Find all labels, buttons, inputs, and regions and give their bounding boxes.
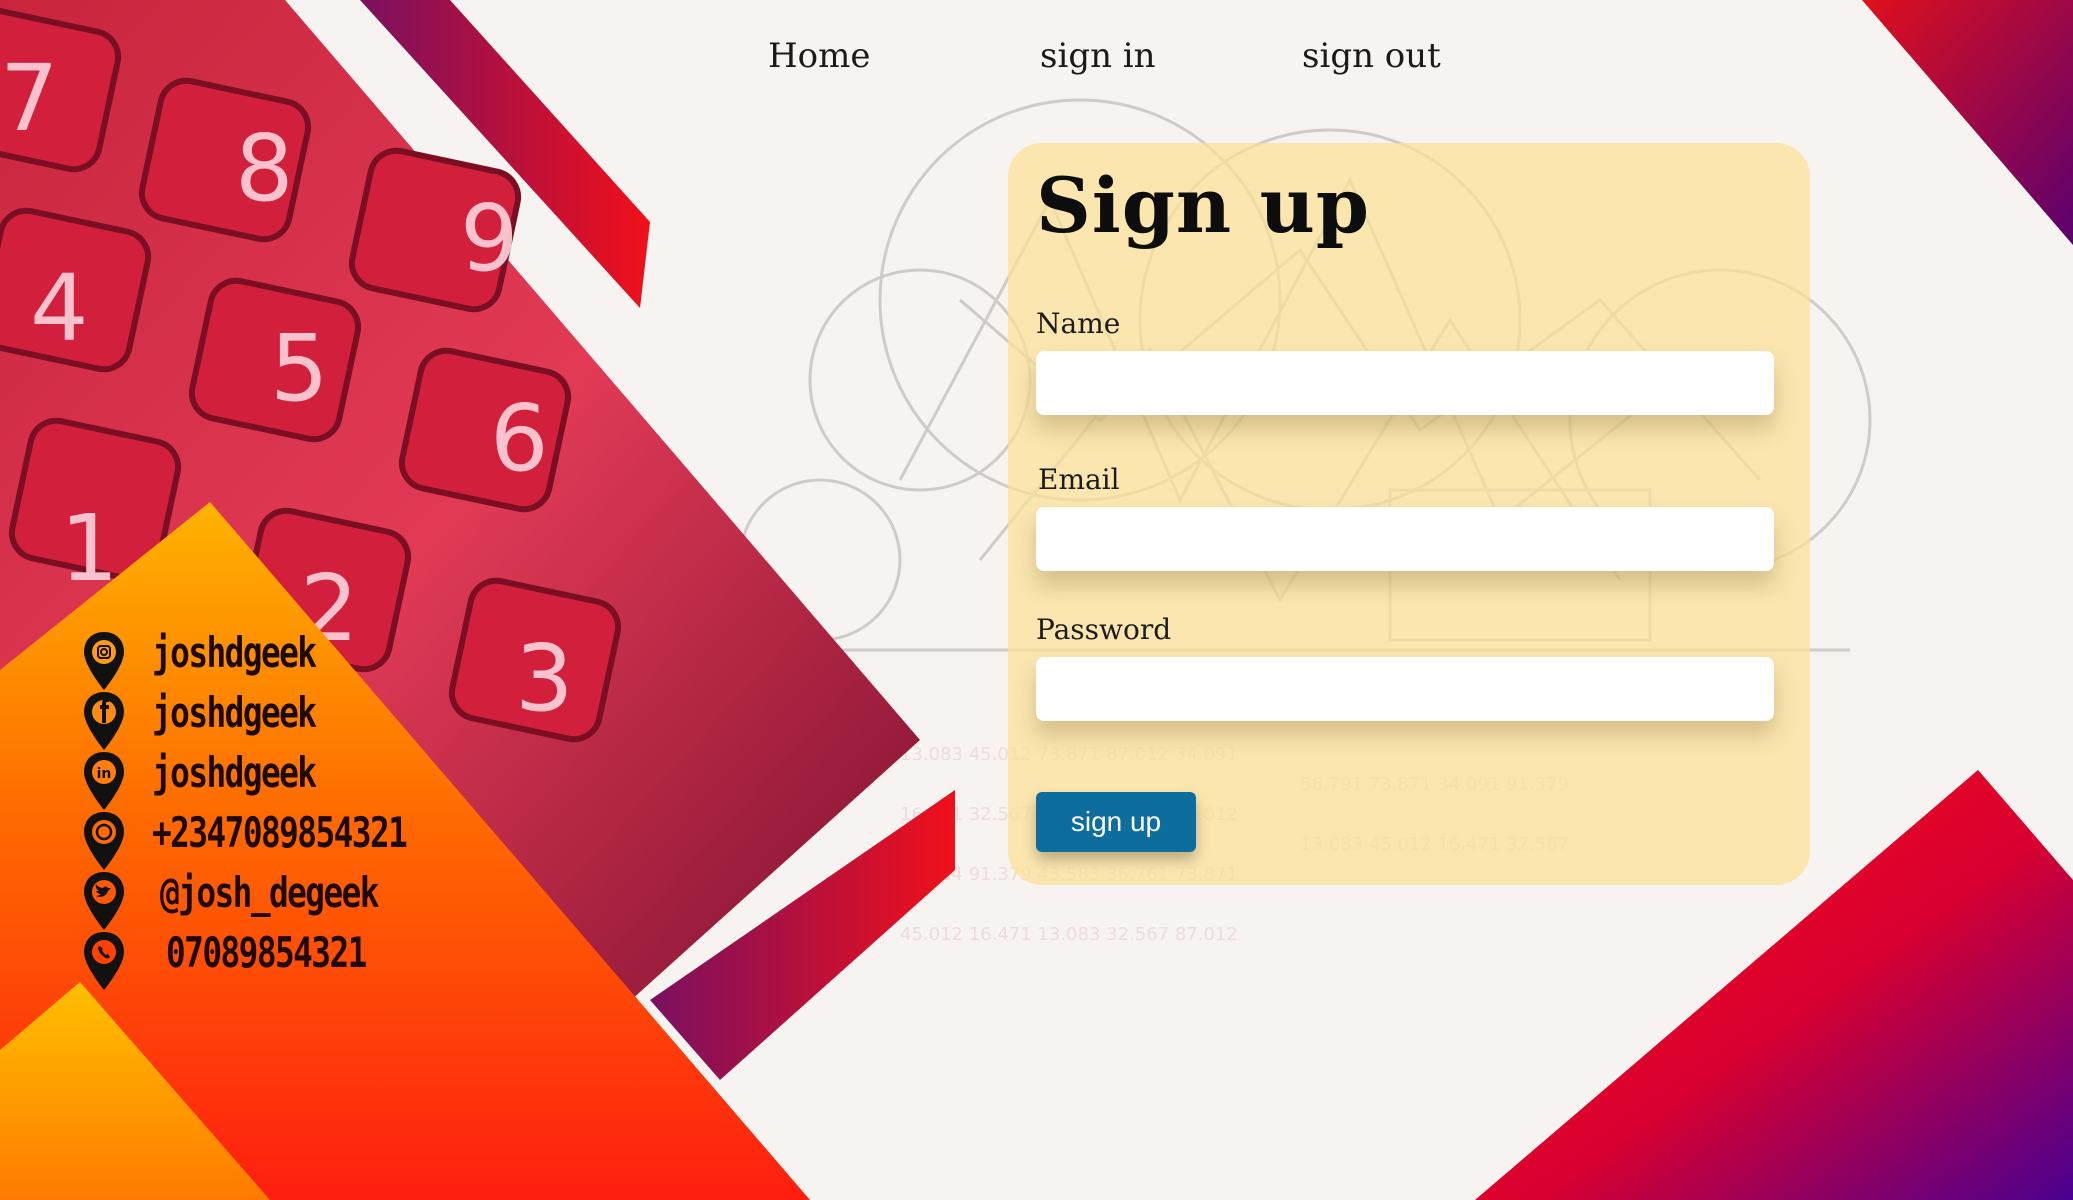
facebook-handle: joshdgeek	[152, 688, 317, 737]
email-input[interactable]	[1036, 507, 1774, 571]
twitter-icon	[84, 872, 124, 930]
email-label: Email	[1038, 463, 1120, 496]
phone-number: 07089854321	[166, 928, 367, 977]
signup-form-card: Sign up Name Email Password sign up	[1008, 143, 1810, 885]
svg-text:5: 5	[270, 315, 329, 422]
instagram-icon	[84, 632, 124, 690]
form-title: Sign up	[1036, 161, 1371, 250]
svg-text:6: 6	[490, 385, 549, 492]
social-item-phone[interactable]: 07089854321	[82, 928, 502, 990]
social-item-whatsapp[interactable]: +2347089854321	[82, 808, 502, 870]
svg-text:4: 4	[30, 255, 89, 362]
svg-text:in: in	[97, 766, 112, 782]
linkedin-handle: joshdgeek	[152, 748, 317, 797]
svg-text:3: 3	[515, 625, 574, 732]
svg-text:45.012 16.471 13.083 32.567: 45.012 16.471 13.083 32.567 87.012	[900, 924, 1238, 945]
facebook-icon	[84, 692, 124, 750]
svg-text:9: 9	[460, 185, 519, 292]
password-label: Password	[1036, 613, 1172, 646]
whatsapp-number: +2347089854321	[152, 808, 408, 857]
social-item-twitter[interactable]: @josh_degeek	[82, 868, 502, 930]
linkedin-icon: in	[84, 752, 124, 810]
svg-text:8: 8	[235, 115, 294, 222]
viber-phone-icon	[84, 932, 124, 990]
nav-home-link[interactable]: Home	[768, 36, 870, 76]
name-input[interactable]	[1036, 351, 1774, 415]
nav-sign-out-link[interactable]: sign out	[1302, 36, 1441, 76]
social-item-instagram[interactable]: joshdgeek	[82, 628, 502, 690]
sign-up-button[interactable]: sign up	[1036, 792, 1196, 852]
social-item-facebook[interactable]: joshdgeek	[82, 688, 502, 750]
social-item-linkedin[interactable]: in joshdgeek	[82, 748, 502, 810]
instagram-handle: joshdgeek	[152, 628, 317, 677]
password-input[interactable]	[1036, 657, 1774, 721]
whatsapp-icon	[84, 812, 124, 870]
nav-sign-in-link[interactable]: sign in	[1040, 36, 1156, 76]
top-nav: Home sign in sign out	[0, 36, 2073, 86]
twitter-handle: @josh_degeek	[160, 868, 380, 917]
name-label: Name	[1036, 307, 1121, 340]
